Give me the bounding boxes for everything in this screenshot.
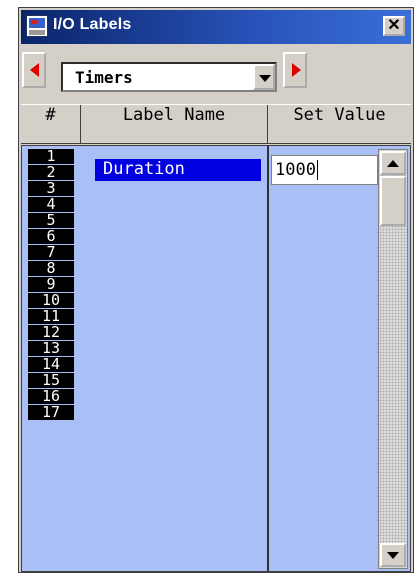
- row-number[interactable]: 12: [28, 325, 74, 340]
- close-icon: ✕: [387, 17, 401, 34]
- scroll-down-button[interactable]: [380, 543, 406, 567]
- arrow-right-icon: [292, 63, 301, 77]
- scroll-thumb[interactable]: [380, 176, 406, 226]
- dropdown-button[interactable]: [253, 64, 275, 90]
- row-number[interactable]: 5: [28, 213, 74, 228]
- arrow-left-icon: [30, 63, 39, 77]
- selector-bar: Timers: [21, 45, 411, 103]
- row-number[interactable]: 16: [28, 389, 74, 404]
- next-button[interactable]: [283, 52, 307, 88]
- row-number[interactable]: 6: [28, 229, 74, 244]
- row-number[interactable]: 15: [28, 373, 74, 388]
- row-number-column: 1 2 3 4 5 6 7 8 9 10 11 12 13 14 15 16 17: [28, 149, 74, 421]
- category-dropdown-value: Timers: [75, 68, 133, 87]
- row-number[interactable]: 17: [28, 405, 74, 420]
- title-bar[interactable]: I/O Labels ✕: [21, 10, 411, 44]
- row-number[interactable]: 9: [28, 277, 74, 292]
- row-number[interactable]: 14: [28, 357, 74, 372]
- category-dropdown[interactable]: Timers: [61, 62, 277, 92]
- label-name-cell[interactable]: Duration: [95, 159, 261, 181]
- row-number[interactable]: 3: [28, 181, 74, 196]
- row-number[interactable]: 4: [28, 197, 74, 212]
- vertical-scrollbar[interactable]: [378, 149, 408, 569]
- scroll-down-icon: [387, 552, 399, 559]
- window-app-icon[interactable]: [26, 15, 48, 37]
- row-number[interactable]: 8: [28, 261, 74, 276]
- row-number[interactable]: 2: [28, 165, 74, 180]
- column-divider: [267, 146, 269, 571]
- row-number[interactable]: 11: [28, 309, 74, 324]
- close-button[interactable]: ✕: [383, 16, 405, 36]
- row-number[interactable]: 7: [28, 245, 74, 260]
- row-number[interactable]: 13: [28, 341, 74, 356]
- scroll-up-button[interactable]: [380, 151, 406, 175]
- row-number[interactable]: 1: [28, 149, 74, 164]
- table-body: 1 2 3 4 5 6 7 8 9 10 11 12 13 14 15 16 17 Duration 1000: [21, 145, 411, 572]
- chevron-down-icon: [259, 75, 271, 82]
- column-header-number[interactable]: #: [21, 105, 81, 143]
- io-labels-window: I/O Labels ✕ Timers # Label Name Set Val…: [18, 7, 414, 573]
- column-header-set-value[interactable]: Set Value: [268, 105, 411, 143]
- text-caret: [316, 160, 318, 180]
- set-value-input[interactable]: 1000: [271, 155, 378, 185]
- window-title: I/O Labels: [53, 16, 132, 33]
- scroll-up-icon: [387, 160, 399, 167]
- previous-button[interactable]: [22, 52, 46, 88]
- set-value-text: 1000: [275, 160, 316, 180]
- table-header: # Label Name Set Value: [21, 104, 411, 144]
- row-number[interactable]: 10: [28, 293, 74, 308]
- column-header-label-name[interactable]: Label Name: [81, 105, 268, 143]
